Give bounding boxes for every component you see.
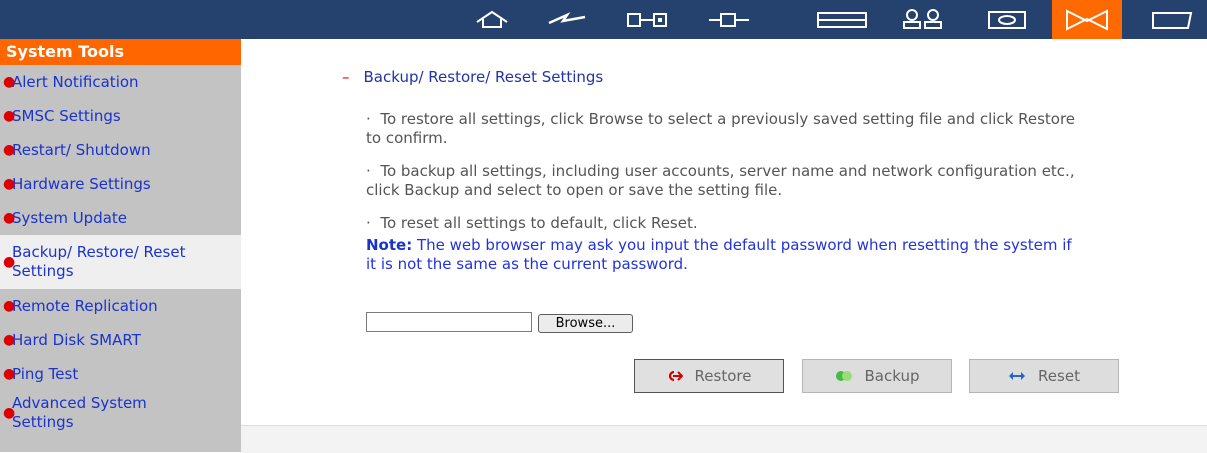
file-path-input[interactable] [366, 312, 532, 332]
backup-icon [835, 370, 853, 382]
main-panel: – Backup/ Restore/ Reset Settings · To re… [241, 39, 1207, 425]
bullet-icon: ● [3, 253, 16, 270]
bullet: · [366, 162, 371, 180]
sidebar-item-label: System Update [12, 209, 128, 227]
system-tools-icon[interactable] [1052, 0, 1122, 39]
reset-label: Reset [1038, 367, 1080, 385]
top-toolbar [0, 0, 1207, 39]
share-icon[interactable] [810, 0, 874, 39]
instruction-backup-text: To backup all settings, including user a… [366, 162, 1075, 199]
sidebar-item-remote-replication[interactable]: ● Remote Replication [0, 289, 241, 323]
sidebar-item-label: Remote Replication [12, 297, 158, 315]
sidebar-item-restart-shutdown[interactable]: ● Restart/ Shutdown [0, 133, 241, 167]
bullet-icon: ● [3, 366, 16, 382]
sidebar: System Tools ● Alert Notification ● SMSC S… [0, 39, 241, 452]
reset-button[interactable]: Reset [969, 359, 1119, 393]
sidebar-item-label: Backup/ Restore/ Reset Settings [12, 243, 186, 280]
network-icon[interactable] [535, 0, 599, 39]
bullet: · [366, 110, 371, 128]
restore-button[interactable]: Restore [634, 359, 784, 393]
sidebar-item-hardware-settings[interactable]: ● Hardware Settings [0, 167, 241, 201]
sidebar-item-smsc-settings[interactable]: ● SMSC Settings [0, 99, 241, 133]
sidebar-item-label: Ping Test [12, 365, 79, 383]
home-icon[interactable] [460, 0, 524, 39]
note: Note: The web browser may ask you input … [366, 236, 1086, 274]
disk-icon[interactable] [616, 0, 680, 39]
restore-label: Restore [694, 367, 752, 385]
note-label: Note: [366, 236, 413, 254]
backup-button[interactable]: Backup [802, 359, 952, 393]
bullet-icon: ● [3, 108, 16, 124]
sidebar-item-hard-disk-smart[interactable]: ● Hard Disk SMART [0, 323, 241, 357]
bullet-icon: ● [3, 74, 16, 90]
instruction-reset: · To reset all settings to default, clic… [366, 214, 1086, 233]
bullet-icon: ● [3, 332, 16, 348]
bullet-icon: ● [3, 210, 16, 226]
bullet-icon: ● [3, 298, 16, 314]
section-title-text: Backup/ Restore/ Reset Settings [363, 68, 604, 86]
storage-icon[interactable] [975, 0, 1039, 39]
sidebar-item-label: Hardware Settings [12, 175, 151, 193]
users-icon[interactable] [891, 0, 955, 39]
sidebar-item-ping-test[interactable]: ● Ping Test [0, 357, 241, 391]
sidebar-item-label: Alert Notification [12, 73, 139, 91]
sidebar-item-system-update[interactable]: ● System Update [0, 201, 241, 235]
plug-icon[interactable] [697, 0, 761, 39]
section-title: – Backup/ Restore/ Reset Settings [342, 68, 603, 86]
instruction-restore: · To restore all settings, click Browse … [366, 110, 1086, 148]
sidebar-item-alert-notification[interactable]: ● Alert Notification [0, 65, 241, 99]
restore-icon [667, 370, 683, 382]
sidebar-item-label: SMSC Settings [12, 107, 121, 125]
sidebar-item-label: Advanced System Settings [12, 394, 147, 431]
sidebar-item-advanced-system-settings[interactable]: ● Advanced System Settings [0, 391, 241, 435]
dash-icon: – [342, 68, 350, 86]
footer-bar [241, 425, 1207, 453]
note-text: The web browser may ask you input the de… [366, 236, 1072, 273]
sidebar-item-backup-restore-reset[interactable]: ● Backup/ Restore/ Reset Settings [0, 235, 241, 289]
bullet-icon: ● [3, 176, 16, 192]
reset-icon [1008, 370, 1026, 382]
browse-button[interactable]: Browse... [538, 314, 633, 333]
sidebar-item-label: Hard Disk SMART [12, 331, 141, 349]
instruction-reset-text: To reset all settings to default, click … [380, 214, 698, 232]
instruction-backup: · To backup all settings, including user… [366, 162, 1086, 200]
backup-label: Backup [864, 367, 920, 385]
sidebar-item-label: Restart/ Shutdown [12, 141, 151, 159]
bullet: · [366, 214, 371, 232]
bullet-icon: ● [3, 404, 16, 421]
instruction-restore-text: To restore all settings, click Browse to… [366, 110, 1076, 147]
bullet-icon: ● [3, 142, 16, 158]
sidebar-title: System Tools [0, 39, 241, 65]
logs-icon[interactable] [1140, 0, 1204, 39]
